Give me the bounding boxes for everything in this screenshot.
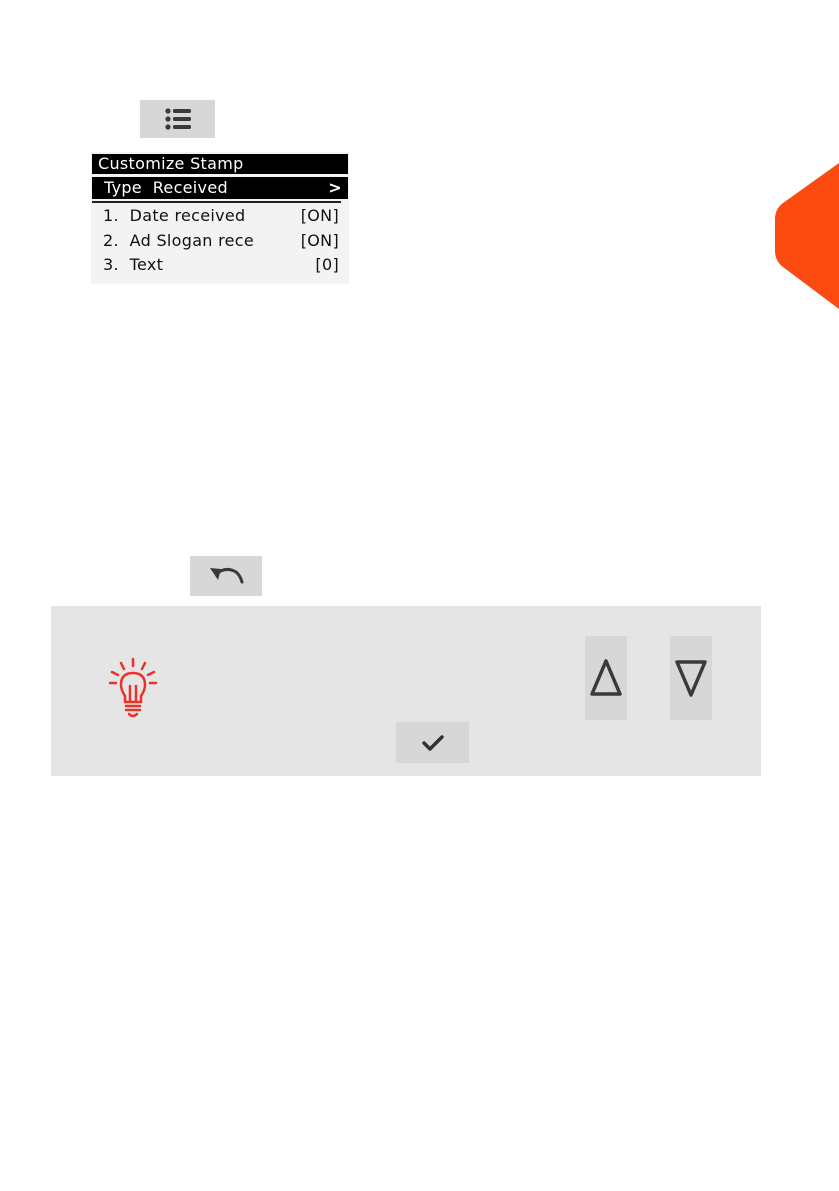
list-icon [164, 108, 191, 130]
ok-button[interactable] [396, 722, 469, 763]
menu-button[interactable] [140, 100, 215, 138]
list-item-value: [ON] [300, 231, 339, 250]
screen-title: Customize Stamp [92, 154, 348, 174]
list-item-label: 2. Ad Slogan rece [103, 231, 255, 250]
device-screen: Customize Stamp Type Received > 1. Date … [91, 152, 349, 284]
divider [92, 201, 341, 203]
list-item-date-received[interactable]: 1. Date received [ON] [103, 205, 339, 227]
list-item-value: [0] [315, 255, 339, 274]
type-selector-label: Type Received [104, 178, 228, 197]
list-item-label: 3. Text [103, 255, 164, 274]
back-button[interactable] [190, 556, 262, 596]
undo-arrow-icon [210, 567, 244, 584]
chevron-right-icon: > [328, 178, 342, 197]
down-arrow-key[interactable] [670, 636, 712, 720]
up-arrow-key[interactable] [585, 636, 627, 720]
list-item-label: 1. Date received [103, 206, 246, 225]
triangle-up-icon [590, 659, 622, 696]
triangle-down-icon [675, 660, 707, 697]
lightbulb-icon [108, 657, 158, 718]
list-item-ad-slogan[interactable]: 2. Ad Slogan rece [ON] [103, 230, 339, 252]
tip-panel [51, 606, 761, 776]
checkmark-icon [421, 734, 444, 751]
type-selector[interactable]: Type Received > [92, 177, 348, 199]
list-item-value: [ON] [300, 206, 339, 225]
list-item-text[interactable]: 3. Text [0] [103, 254, 339, 276]
section-tab-marker [775, 163, 839, 309]
